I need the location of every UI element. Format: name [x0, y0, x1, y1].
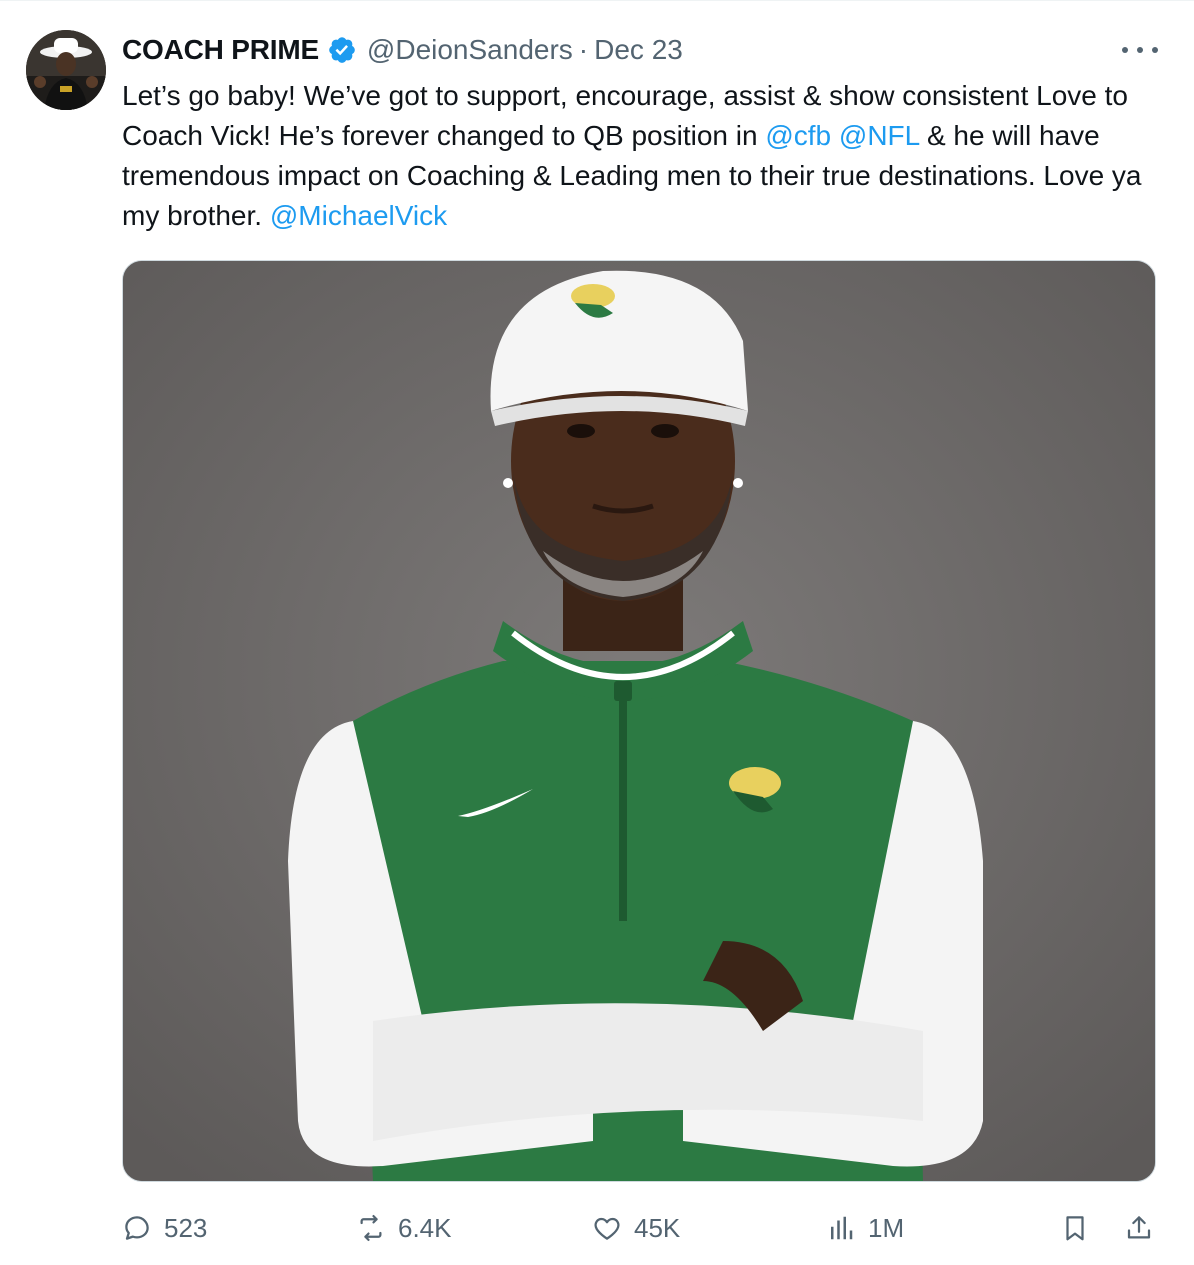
- author-avatar[interactable]: [26, 30, 106, 110]
- author-display-name[interactable]: COACH PRIME: [122, 34, 319, 66]
- tweet-action-bar: 523 6.4K 45K 1M: [0, 1200, 1194, 1256]
- header-separator: ·: [578, 34, 589, 65]
- views-button[interactable]: 1M: [826, 1208, 904, 1248]
- tweet-photo[interactable]: [122, 260, 1156, 1182]
- more-dots-icon[interactable]: [1122, 38, 1158, 62]
- verified-badge-icon[interactable]: [327, 35, 357, 65]
- share-button[interactable]: [1124, 1208, 1154, 1248]
- reply-bubble-icon: [125, 1216, 149, 1240]
- like-count: 45K: [634, 1212, 681, 1243]
- avatar-image: [26, 30, 106, 110]
- views-count: 1M: [868, 1212, 905, 1243]
- reply-count: 523: [164, 1212, 208, 1243]
- bar-chart-icon: [831, 1216, 853, 1240]
- tweet-header: COACH PRIME @DeionSanders · Dec 23: [122, 30, 683, 70]
- heart-icon: [594, 1217, 620, 1240]
- tweet-text-segment: [831, 120, 839, 151]
- more-dot: [1152, 47, 1158, 53]
- tweet-text: Let’s go baby! We’ve got to support, enc…: [122, 76, 1162, 236]
- reply-button[interactable]: 523: [122, 1208, 207, 1248]
- tweet-date[interactable]: Dec 23: [594, 34, 683, 66]
- bookmark-icon: [1066, 1216, 1084, 1241]
- repost-count: 6.4K: [398, 1212, 452, 1243]
- mention-link-michaelvick[interactable]: @MichaelVick: [270, 200, 447, 231]
- share-upload-icon: [1127, 1216, 1151, 1239]
- tweet-card[interactable]: COACH PRIME @DeionSanders · Dec 23 Let’s…: [0, 0, 1194, 1265]
- mention-link-nfl[interactable]: @NFL: [839, 120, 919, 151]
- more-dot: [1122, 47, 1128, 53]
- photo-coach-portrait: [123, 261, 1155, 1181]
- mention-link-cfb[interactable]: @cfb: [765, 120, 831, 151]
- author-handle[interactable]: @DeionSanders: [367, 34, 573, 66]
- repost-button[interactable]: 6.4K: [356, 1208, 452, 1248]
- like-button[interactable]: 45K: [592, 1208, 680, 1248]
- bookmark-button[interactable]: [1060, 1208, 1090, 1248]
- repost-arrows-icon: [360, 1215, 382, 1241]
- more-dot: [1137, 47, 1143, 53]
